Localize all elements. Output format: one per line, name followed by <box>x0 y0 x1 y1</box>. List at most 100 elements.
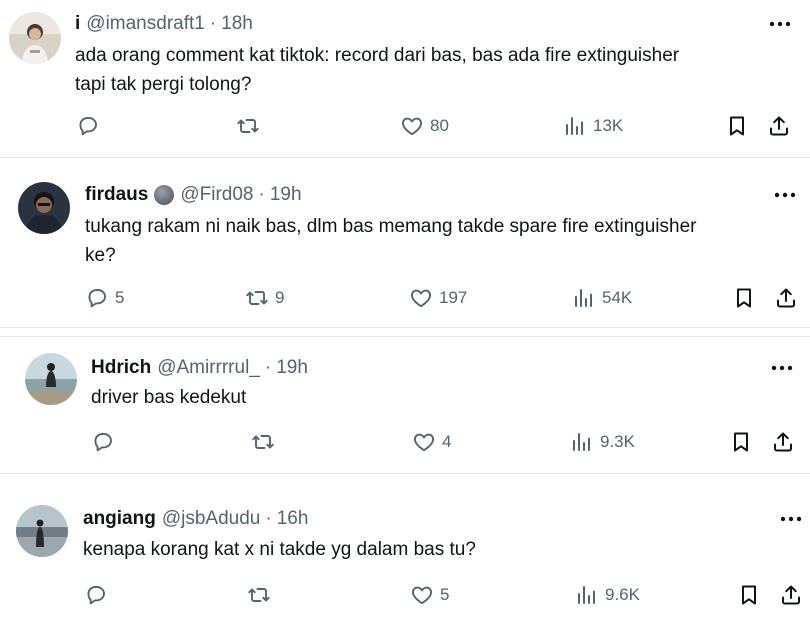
view-count: 9.6K <box>605 585 640 604</box>
bar-chart-icon <box>563 114 587 138</box>
more-dots-icon[interactable] <box>778 509 804 529</box>
display-name[interactable]: Hdrich <box>91 356 151 380</box>
tweet-text-line: driver bas kedekut <box>91 387 247 408</box>
bookmark-button[interactable] <box>737 583 761 607</box>
tweet[interactable]: i @imansdraft1 · 18h ada orang comment k… <box>0 0 810 157</box>
like-button[interactable]: 197 <box>409 286 467 310</box>
repost-button[interactable]: 9 <box>245 286 284 310</box>
bar-chart-icon <box>575 583 599 607</box>
repost-button[interactable] <box>236 114 260 138</box>
view-count: 13K <box>593 116 624 135</box>
avatar[interactable] <box>16 505 68 557</box>
more-dots-icon[interactable] <box>767 14 793 34</box>
user-handle[interactable]: @Fird08 <box>180 183 253 207</box>
speech-bubble-icon <box>85 286 109 310</box>
bookmark-icon <box>725 114 749 138</box>
speech-bubble-icon <box>91 430 115 454</box>
tweet-header: angiang @jsbAdudu · 16h <box>83 507 308 531</box>
tweet-header: i @imansdraft1 · 18h <box>75 12 253 36</box>
reply-button[interactable] <box>84 583 108 607</box>
speech-bubble-icon <box>76 114 100 138</box>
display-name[interactable]: angiang <box>83 507 156 531</box>
tweet-text-line: tukang rakam ni naik bas, dlm bas memang… <box>85 216 697 237</box>
views-button[interactable]: 9.3K <box>570 430 635 454</box>
display-name[interactable]: i <box>75 12 80 36</box>
bookmark-icon <box>732 286 756 310</box>
share-upload-icon <box>767 114 791 138</box>
affiliate-badge-icon <box>154 185 175 205</box>
user-handle[interactable]: @jsbAdudu <box>162 507 261 531</box>
timestamp[interactable]: 18h <box>221 12 253 36</box>
heart-icon <box>409 286 433 310</box>
share-button[interactable] <box>767 114 791 138</box>
repost-arrows-icon <box>236 114 260 138</box>
heart-icon <box>412 430 436 454</box>
like-count: 80 <box>430 116 449 135</box>
like-button[interactable]: 4 <box>412 430 451 454</box>
bar-chart-icon <box>570 430 594 454</box>
avatar[interactable] <box>18 182 70 234</box>
heart-icon <box>400 114 424 138</box>
share-upload-icon <box>774 286 798 310</box>
separator-dot: · <box>258 184 265 205</box>
tweet-text-line: ada orang comment kat tiktok: record dar… <box>75 45 680 66</box>
separator-dot: · <box>209 13 217 34</box>
tweet[interactable]: firdaus @Fird08 · 19h tukang rakam ni na… <box>0 157 810 328</box>
bookmark-icon <box>737 583 761 607</box>
like-count: 4 <box>442 432 452 451</box>
share-upload-icon <box>771 430 795 454</box>
timestamp[interactable]: 19h <box>276 356 308 380</box>
share-button[interactable] <box>771 430 795 454</box>
tweet-text: kenapa korang kat x ni takde yg dalam ba… <box>83 535 476 564</box>
share-button[interactable] <box>779 583 803 607</box>
bookmark-icon <box>729 430 753 454</box>
reply-button[interactable] <box>91 430 115 454</box>
tweet-text: tukang rakam ni naik bas, dlm bas memang… <box>85 212 696 270</box>
tweet-text-line: tapi tak pergi tolong? <box>75 74 252 95</box>
timestamp[interactable]: 19h <box>270 183 302 207</box>
reply-count: 5 <box>115 288 125 307</box>
tweet-text-line: kenapa korang kat x ni takde yg dalam ba… <box>83 539 476 560</box>
like-button[interactable]: 5 <box>410 583 449 607</box>
tweet[interactable]: angiang @jsbAdudu · 16h kenapa korang ka… <box>0 488 810 621</box>
bookmark-button[interactable] <box>732 286 756 310</box>
reply-button[interactable] <box>76 114 100 138</box>
view-count: 9.3K <box>600 432 635 451</box>
views-button[interactable]: 13K <box>563 114 623 138</box>
more-dots-icon[interactable] <box>772 185 798 205</box>
tweet-text: driver bas kedekut <box>91 383 246 412</box>
avatar[interactable] <box>9 12 61 64</box>
like-count: 197 <box>439 288 468 307</box>
timestamp[interactable]: 16h <box>277 507 309 531</box>
repost-button[interactable] <box>247 583 271 607</box>
bookmark-button[interactable] <box>729 430 753 454</box>
views-button[interactable]: 9.6K <box>575 583 640 607</box>
speech-bubble-icon <box>84 583 108 607</box>
like-button[interactable]: 80 <box>400 114 449 138</box>
like-count: 5 <box>440 585 450 604</box>
heart-icon <box>410 583 434 607</box>
display-name[interactable]: firdaus <box>85 183 148 207</box>
reply-button[interactable]: 5 <box>85 286 124 310</box>
repost-arrows-icon <box>247 583 271 607</box>
repost-button[interactable] <box>251 430 275 454</box>
views-button[interactable]: 54K <box>572 286 632 310</box>
repost-count: 9 <box>275 288 285 307</box>
user-handle[interactable]: @imansdraft1 <box>86 12 205 36</box>
separator-dot: · <box>265 508 272 529</box>
tweet-header: Hdrich @Amirrrrul_ · 19h <box>91 356 308 380</box>
separator-dot: · <box>264 357 272 378</box>
user-handle[interactable]: @Amirrrrul_ <box>157 356 260 380</box>
bar-chart-icon <box>572 286 596 310</box>
tweet[interactable]: Hdrich @Amirrrrul_ · 19h driver bas kede… <box>0 336 810 474</box>
more-dots-icon[interactable] <box>769 358 795 378</box>
tweet-text: ada orang comment kat tiktok: record dar… <box>75 41 679 99</box>
share-button[interactable] <box>774 286 798 310</box>
avatar[interactable] <box>25 353 77 405</box>
tweet-text-line: ke? <box>85 245 116 266</box>
view-count: 54K <box>602 288 633 307</box>
repost-arrows-icon <box>251 430 275 454</box>
bookmark-button[interactable] <box>725 114 749 138</box>
share-upload-icon <box>779 583 803 607</box>
repost-arrows-icon <box>245 286 269 310</box>
